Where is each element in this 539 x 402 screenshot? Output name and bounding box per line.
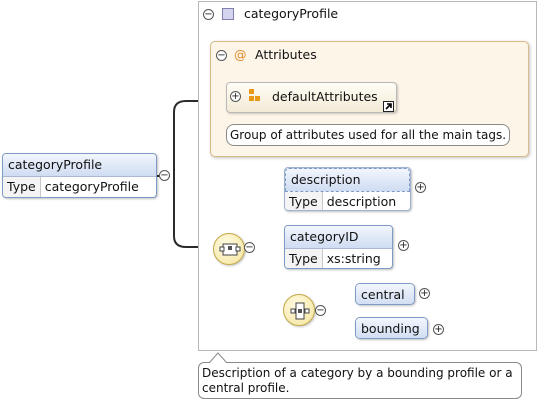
complex-collapse-icon[interactable]: − bbox=[203, 9, 214, 20]
bounding-expand-icon[interactable]: + bbox=[433, 324, 444, 335]
sequence-icon bbox=[219, 243, 241, 256]
choice-icon bbox=[290, 302, 310, 320]
link-arrow-icon[interactable] bbox=[383, 101, 394, 112]
child-element-name: description bbox=[285, 168, 410, 192]
description-expand-icon[interactable]: + bbox=[415, 182, 426, 193]
sequence-compositor[interactable] bbox=[213, 233, 245, 265]
attribute-group-expand-icon[interactable]: + bbox=[230, 91, 241, 102]
child-element-categoryid[interactable]: categoryID Type xs:string bbox=[284, 225, 393, 269]
choice-option-bounding[interactable]: bounding bbox=[355, 317, 428, 339]
child-element-name: categoryID bbox=[285, 226, 392, 249]
note-pointer bbox=[208, 352, 228, 364]
choice-collapse-icon[interactable]: − bbox=[315, 305, 326, 316]
root-type-value: categoryProfile bbox=[44, 179, 139, 194]
root-collapse-icon[interactable]: − bbox=[159, 170, 170, 181]
choice-compositor[interactable] bbox=[283, 294, 315, 326]
choice-option-central[interactable]: central bbox=[355, 283, 415, 305]
sequence-collapse-icon[interactable]: − bbox=[244, 242, 255, 253]
complex-type-icon bbox=[222, 8, 234, 20]
categoryid-expand-icon[interactable]: + bbox=[398, 240, 409, 251]
attributes-collapse-icon[interactable]: − bbox=[216, 50, 227, 61]
attributes-at-icon: @ bbox=[234, 47, 247, 62]
central-expand-icon[interactable]: + bbox=[419, 288, 430, 299]
root-type-key: Type bbox=[3, 177, 41, 197]
complex-type-title: categoryProfile bbox=[244, 6, 339, 21]
child-element-description[interactable]: description Type description bbox=[284, 167, 411, 211]
attribute-group-icon bbox=[249, 89, 261, 103]
root-type-row: Type categoryProfile bbox=[3, 177, 156, 197]
child-type-row: Type description bbox=[285, 192, 410, 210]
attribute-group-name: defaultAttributes bbox=[272, 89, 378, 104]
attributes-title: Attributes bbox=[255, 47, 317, 62]
attribute-group-note: Group of attributes used for all the mai… bbox=[226, 124, 510, 146]
description-note: Description of a category by a bounding … bbox=[198, 362, 522, 399]
root-element-box[interactable]: categoryProfile Type categoryProfile bbox=[2, 153, 157, 198]
child-type-row: Type xs:string bbox=[285, 249, 392, 268]
root-element-name: categoryProfile bbox=[3, 154, 156, 177]
